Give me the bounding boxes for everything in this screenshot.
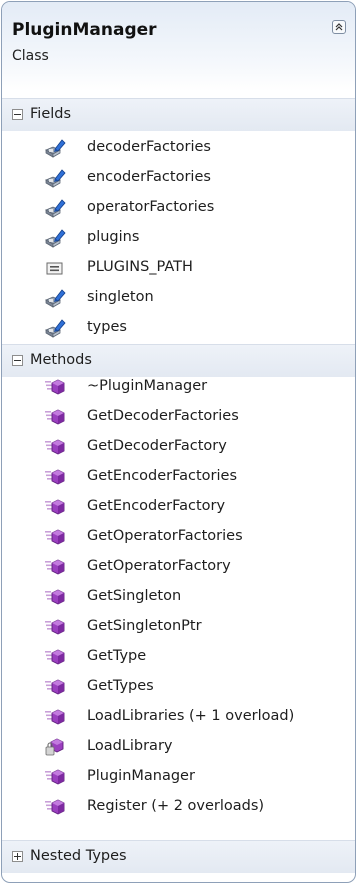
method-name: Register (+ 2 overloads) [87,798,265,814]
method-row[interactable]: GetTypes [44,672,344,702]
method-row[interactable]: GetOperatorFactory [44,552,344,582]
method-name: LoadLibrary [87,738,173,754]
method-icon [44,437,66,457]
method-icon [44,557,66,577]
field-name: types [87,319,127,335]
method-icon [44,647,66,667]
field-row[interactable]: types [44,313,344,343]
method-name: GetEncoderFactory [87,498,226,514]
field-icon [44,198,66,218]
method-icon [44,707,66,727]
method-row[interactable]: ~PluginManager [44,372,344,402]
method-row[interactable]: GetDecoderFactory [44,432,344,462]
field-name: singleton [87,289,154,305]
collapse-minus-icon[interactable] [12,109,23,120]
field-name: operatorFactories [87,199,215,215]
method-name: ~PluginManager [87,378,208,394]
nested-types-section-label: Nested Types [30,848,127,864]
collapse-chevron-icon[interactable] [332,20,346,34]
method-name: GetOperatorFactory [87,558,231,574]
nested-types-section-header[interactable]: Nested Types [2,840,355,873]
method-row[interactable]: GetSingletonPtr [44,612,344,642]
expand-plus-icon[interactable] [12,851,23,862]
field-icon [44,168,66,188]
class-shape[interactable]: PluginManager Class Fields decoderFactor… [1,1,356,883]
field-icon [44,138,66,158]
method-row[interactable]: PluginManager [44,762,344,792]
field-row[interactable]: PLUGINS_PATH [44,253,344,283]
field-icon [44,318,66,338]
method-name: LoadLibraries (+ 1 overload) [87,708,295,724]
method-row[interactable]: GetOperatorFactories [44,522,344,552]
method-row[interactable]: GetDecoderFactories [44,402,344,432]
fields-section-label: Fields [30,106,72,122]
method-row[interactable]: LoadLibraries (+ 1 overload) [44,702,344,732]
field-row[interactable]: plugins [44,223,344,253]
method-icon [44,767,66,787]
field-row[interactable]: encoderFactories [44,163,344,193]
class-stereotype: Class [12,48,49,64]
field-name: decoderFactories [87,139,211,155]
method-name: GetDecoderFactories [87,408,239,424]
field-name: PLUGINS_PATH [87,259,193,275]
method-icon [44,407,66,427]
method-row[interactable]: LoadLibrary [44,732,344,762]
field-name: plugins [87,229,140,245]
field-icon [44,228,66,248]
method-icon [44,377,66,397]
method-name: GetTypes [87,678,154,694]
method-row[interactable]: GetEncoderFactory [44,492,344,522]
method-row[interactable]: GetSingleton [44,582,344,612]
field-name: encoderFactories [87,169,211,185]
method-name: GetDecoderFactory [87,438,227,454]
fields-section-header[interactable]: Fields [2,98,355,131]
field-row[interactable]: singleton [44,283,344,313]
method-row[interactable]: Register (+ 2 overloads) [44,792,344,822]
method-icon [44,797,66,817]
method-row[interactable]: GetEncoderFactories [44,462,344,492]
method-icon [44,677,66,697]
method-name: GetOperatorFactories [87,528,243,544]
private-method-icon [44,737,66,757]
field-row[interactable]: operatorFactories [44,193,344,223]
method-icon [44,467,66,487]
method-icon [44,497,66,517]
method-icon [44,617,66,637]
method-icon [44,587,66,607]
method-row[interactable]: GetType [44,642,344,672]
methods-section-label: Methods [30,352,92,368]
class-name: PluginManager [12,20,157,40]
method-name: GetSingletonPtr [87,618,202,634]
field-icon [44,288,66,308]
method-icon [44,527,66,547]
method-name: GetSingleton [87,588,182,604]
constant-icon [44,258,66,278]
field-row[interactable]: decoderFactories [44,133,344,163]
class-header: PluginManager Class [2,2,355,91]
collapse-minus-icon[interactable] [12,355,23,366]
method-name: GetType [87,648,147,664]
method-name: GetEncoderFactories [87,468,238,484]
method-name: PluginManager [87,768,195,784]
